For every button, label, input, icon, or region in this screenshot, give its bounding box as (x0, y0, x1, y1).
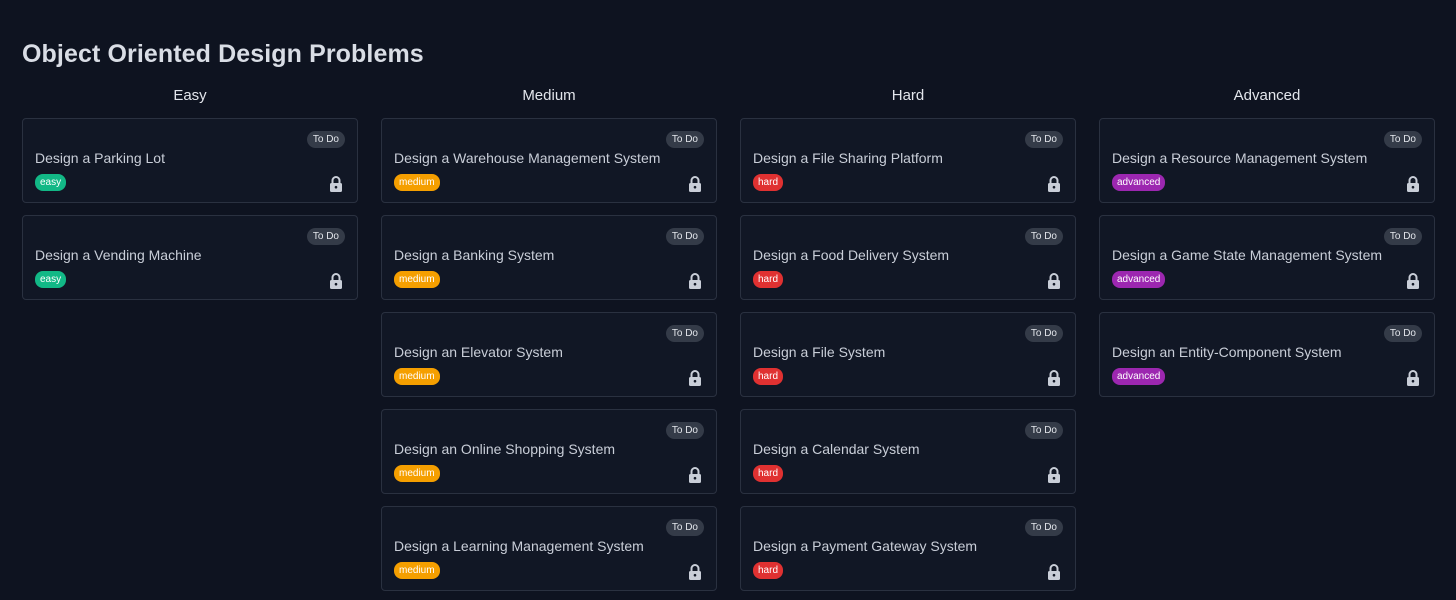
card-list-hard: To Do Design a File Sharing Platform hard T… (740, 118, 1076, 591)
difficulty-badge: easy (35, 174, 67, 191)
lock-icon (1047, 564, 1061, 580)
status-badge: To Do (1024, 131, 1063, 148)
lock-icon (329, 273, 343, 289)
problem-title: Design a Game State Management System (1112, 247, 1383, 263)
difficulty-badge: easy (35, 271, 67, 288)
problem-title: Design a Resource Management System (1112, 150, 1368, 166)
status-badge: To Do (1383, 131, 1422, 148)
status-badge: To Do (665, 422, 704, 439)
lock-icon (1406, 370, 1420, 386)
lock-icon (688, 176, 702, 192)
lock-icon (1047, 467, 1061, 483)
status-badge: To Do (665, 228, 704, 245)
status-badge: To Do (1024, 325, 1063, 342)
difficulty-columns: Easy To Do Design a Parking Lot easy To Do De… (22, 84, 1437, 591)
status-badge: To Do (1383, 325, 1422, 342)
status-badge: To Do (665, 131, 704, 148)
problem-title: Design a Parking Lot (35, 150, 165, 166)
problem-card[interactable]: To Do Design a Food Delivery System hard (740, 215, 1076, 300)
lock-icon (688, 564, 702, 580)
status-badge: To Do (1024, 519, 1063, 536)
status-badge: To Do (1383, 228, 1422, 245)
problem-card[interactable]: To Do Design a File System hard (740, 312, 1076, 397)
problem-card[interactable]: To Do Design a Resource Management System… (1099, 118, 1435, 203)
status-badge: To Do (1024, 422, 1063, 439)
status-badge: To Do (665, 325, 704, 342)
difficulty-badge: medium (394, 174, 440, 191)
problem-title: Design a Learning Management System (394, 538, 644, 554)
problem-card[interactable]: To Do Design a File Sharing Platform hard (740, 118, 1076, 203)
column-easy: Easy To Do Design a Parking Lot easy To Do De… (22, 84, 358, 591)
problem-card[interactable]: To Do Design a Game State Management Syst… (1099, 215, 1435, 300)
page-title: Object Oriented Design Problems (22, 40, 424, 68)
column-medium: Medium To Do Design a Warehouse Management… (381, 84, 717, 591)
problem-card[interactable]: To Do Design a Parking Lot easy (22, 118, 358, 203)
problems-page: Object Oriented Design Problems Easy To D… (0, 0, 1456, 600)
card-list-advanced: To Do Design a Resource Management System… (1099, 118, 1435, 397)
lock-icon (1406, 176, 1420, 192)
problem-title: Design a Calendar System (753, 441, 920, 457)
difficulty-badge: advanced (1112, 368, 1166, 385)
column-title-easy: Easy (173, 87, 207, 104)
card-list-medium: To Do Design a Warehouse Management Syste… (381, 118, 717, 591)
problem-title: Design a Banking System (394, 247, 555, 263)
lock-icon (688, 273, 702, 289)
lock-icon (688, 370, 702, 386)
problem-title: Design an Elevator System (394, 344, 563, 360)
difficulty-badge: hard (753, 368, 784, 385)
difficulty-badge: hard (753, 562, 784, 579)
lock-icon (1047, 273, 1061, 289)
problem-card[interactable]: To Do Design an Elevator System medium (381, 312, 717, 397)
column-title-advanced: Advanced (1233, 87, 1301, 104)
difficulty-badge: hard (753, 174, 784, 191)
problem-card[interactable]: To Do Design a Payment Gateway System hard (740, 506, 1076, 591)
difficulty-badge: hard (753, 465, 784, 482)
problem-card[interactable]: To Do Design an Online Shopping System med… (381, 409, 717, 494)
card-list-easy: To Do Design a Parking Lot easy To Do Design… (22, 118, 358, 300)
lock-icon (1047, 176, 1061, 192)
difficulty-badge: medium (394, 562, 440, 579)
status-badge: To Do (306, 228, 345, 245)
lock-icon (329, 176, 343, 192)
lock-icon (688, 467, 702, 483)
difficulty-badge: advanced (1112, 174, 1166, 191)
difficulty-badge: medium (394, 465, 440, 482)
lock-icon (1406, 273, 1420, 289)
status-badge: To Do (665, 519, 704, 536)
column-hard: Hard To Do Design a File Sharing Platform h… (740, 84, 1076, 591)
problem-card[interactable]: To Do Design a Learning Management System… (381, 506, 717, 591)
problem-title: Design a Food Delivery System (753, 247, 950, 263)
problem-title: Design an Online Shopping System (394, 441, 616, 457)
column-advanced: Advanced To Do Design a Resource Managemen… (1099, 84, 1435, 591)
difficulty-badge: hard (753, 271, 784, 288)
lock-icon (1047, 370, 1061, 386)
column-title-medium: Medium (522, 87, 576, 104)
problem-title: Design an Entity-Component System (1112, 344, 1342, 360)
problem-card[interactable]: To Do Design a Vending Machine easy (22, 215, 358, 300)
difficulty-badge: medium (394, 368, 440, 385)
problem-card[interactable]: To Do Design an Entity-Component System ad… (1099, 312, 1435, 397)
problem-card[interactable]: To Do Design a Calendar System hard (740, 409, 1076, 494)
problem-title: Design a Warehouse Management System (394, 150, 661, 166)
column-title-hard: Hard (891, 87, 925, 104)
problem-title: Design a Payment Gateway System (753, 538, 978, 554)
problem-title: Design a File Sharing Platform (753, 150, 943, 166)
problem-title: Design a Vending Machine (35, 247, 202, 263)
problem-card[interactable]: To Do Design a Warehouse Management Syste… (381, 118, 717, 203)
status-badge: To Do (1024, 228, 1063, 245)
status-badge: To Do (306, 131, 345, 148)
difficulty-badge: medium (394, 271, 440, 288)
problem-card[interactable]: To Do Design a Banking System medium (381, 215, 717, 300)
difficulty-badge: advanced (1112, 271, 1166, 288)
problem-title: Design a File System (753, 344, 886, 360)
